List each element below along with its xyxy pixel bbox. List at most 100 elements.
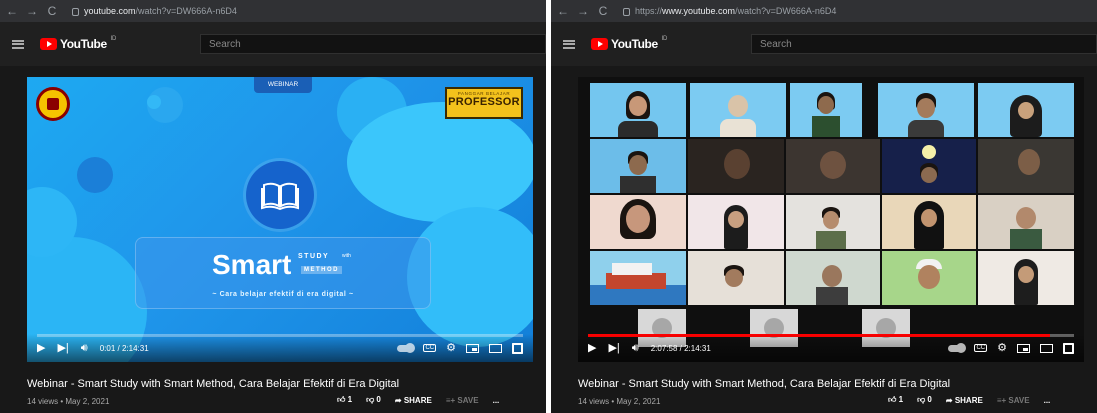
participant-tile [590,251,686,305]
lock-icon [623,8,630,16]
share-button[interactable]: ➦ SHARE [395,396,432,405]
share-icon: ➦ [945,395,953,405]
like-button[interactable]: 👍︎ 1 [337,395,352,405]
player-controls: ▶ ▶| 🔊︎ 0:01 / 2:14:31 CC ⚙ [27,334,533,362]
video-title: Webinar - Smart Study with Smart Method,… [578,378,951,390]
dislike-button[interactable]: 👎︎ 0 [917,395,932,405]
left-screenshot: ← → C youtube.com/watch?v=DW666A-n6D4 Yo… [0,0,546,413]
search-input[interactable]: Search [200,34,546,54]
youtube-logo-icon [40,38,57,50]
dislike-button[interactable]: 👎︎ 0 [366,395,381,405]
participant-tile [882,251,976,305]
volume-icon[interactable]: 🔊︎ [81,342,88,354]
dislike-count: 0 [376,395,381,404]
save-button[interactable]: ≡+ SAVE [997,396,1030,405]
more-icon[interactable]: ... [493,396,500,405]
participant-tile [882,139,976,193]
participant-tile [688,139,784,193]
university-seal [36,87,70,121]
participant-tile [786,139,880,193]
like-count: 1 [347,395,353,404]
miniplayer-icon[interactable] [1017,343,1030,353]
save-button[interactable]: ≡+ SAVE [446,396,479,405]
video-title: Webinar - Smart Study with Smart Method,… [27,378,400,390]
dislike-icon: 👎︎ [917,395,926,404]
right-screenshot: ← → C https://www.youtube.com/watch?v=DW… [551,0,1097,413]
video-player[interactable]: ▶ ▶| 🔊︎ 2:07:58 / 2:14:31 CC ⚙ [578,77,1084,362]
slide-decoration [347,102,533,222]
participant-tile [878,83,974,137]
participant-tile [978,83,1074,137]
time-display: 0:01 / 2:14:31 [99,343,149,353]
search-input[interactable]: Search [751,34,1097,54]
autoplay-toggle-icon[interactable] [948,342,967,353]
professor-logo-text: PROFESSOR [448,96,520,108]
browser-toolbar: ← → C youtube.com/watch?v=DW666A-n6D4 [0,0,546,22]
forward-icon[interactable]: → [26,4,38,18]
back-icon[interactable]: ← [557,4,569,18]
youtube-logo[interactable]: YouTube ID [40,36,117,51]
youtube-logo-icon [591,38,608,50]
video-player[interactable]: WEBINAR PANGGAR BELAJAR PROFESSOR Smart … [27,77,533,362]
save-icon: ≡+ [996,395,1007,405]
participant-tile [590,83,686,137]
participant-tile [690,83,786,137]
slide-title-method: METHOD [301,266,342,274]
participant-tile [978,195,1074,249]
reload-icon[interactable]: C [597,4,609,18]
url-path: /watch?v=DW666A-n6D4 [735,6,837,16]
like-icon: 👍︎ [337,395,346,404]
volume-icon[interactable]: 🔊︎ [632,342,639,354]
captions-icon[interactable]: CC [423,344,437,352]
participant-tile [786,195,880,249]
theater-icon[interactable] [1040,343,1053,353]
autoplay-toggle-icon[interactable] [397,342,416,353]
video-actions: 👍︎ 1 👎︎ 0 ➦ SHARE ≡+ SAVE ... [888,395,1050,405]
like-button[interactable]: 👍︎ 1 [888,395,903,405]
participant-tile [790,83,862,137]
slide-title-with: with [342,253,351,259]
menu-icon[interactable] [563,39,575,49]
slide-decoration [77,157,113,193]
youtube-logo[interactable]: YouTube ID [591,36,667,51]
address-bar[interactable]: https://www.youtube.com/watch?v=DW666A-n… [623,6,836,16]
captions-icon[interactable]: CC [974,344,988,352]
dislike-icon: 👎︎ [366,395,375,404]
address-bar[interactable]: youtube.com/watch?v=DW666A-n6D4 [72,6,237,16]
participant-tile [978,139,1074,193]
next-icon[interactable]: ▶| [608,342,619,354]
like-count: 1 [898,395,904,404]
settings-icon[interactable]: ⚙ [446,342,456,354]
player-controls: ▶ ▶| 🔊︎ 2:07:58 / 2:14:31 CC ⚙ [578,334,1084,362]
reload-icon[interactable]: C [46,4,58,18]
back-icon[interactable]: ← [6,4,18,18]
youtube-header: YouTube ID Search [551,22,1097,66]
participant-tile [590,195,686,249]
forward-icon[interactable]: → [577,4,589,18]
miniplayer-icon[interactable] [466,343,479,353]
participant-tile [688,195,784,249]
video-meta: 14 views • May 2, 2021 [27,397,110,406]
slide-decoration [147,95,161,109]
theater-icon[interactable] [489,343,502,353]
fullscreen-icon[interactable] [1063,342,1074,354]
slide-tagline: ~ Cara belajar efektif di era digital ~ [212,291,354,298]
menu-icon[interactable] [12,39,24,49]
play-icon[interactable]: ▶ [37,342,45,354]
fullscreen-icon[interactable] [512,342,523,354]
url-scheme: https:// [635,6,663,16]
play-icon[interactable]: ▶ [588,342,596,354]
browser-toolbar: ← → C https://www.youtube.com/watch?v=DW… [551,0,1097,22]
professor-logo: PANGGAR BELAJAR PROFESSOR [445,87,523,119]
region-code: ID [110,36,117,42]
slide-title-smart: Smart [212,249,292,280]
share-button[interactable]: ➦ SHARE [946,396,983,405]
youtube-header: YouTube ID Search [0,22,546,66]
book-icon [246,161,314,229]
dislike-count: 0 [927,395,932,404]
participant-tile [590,139,686,193]
more-icon[interactable]: ... [1044,396,1051,405]
settings-icon[interactable]: ⚙ [997,342,1007,354]
share-label: SHARE [954,395,983,405]
next-icon[interactable]: ▶| [57,342,68,354]
